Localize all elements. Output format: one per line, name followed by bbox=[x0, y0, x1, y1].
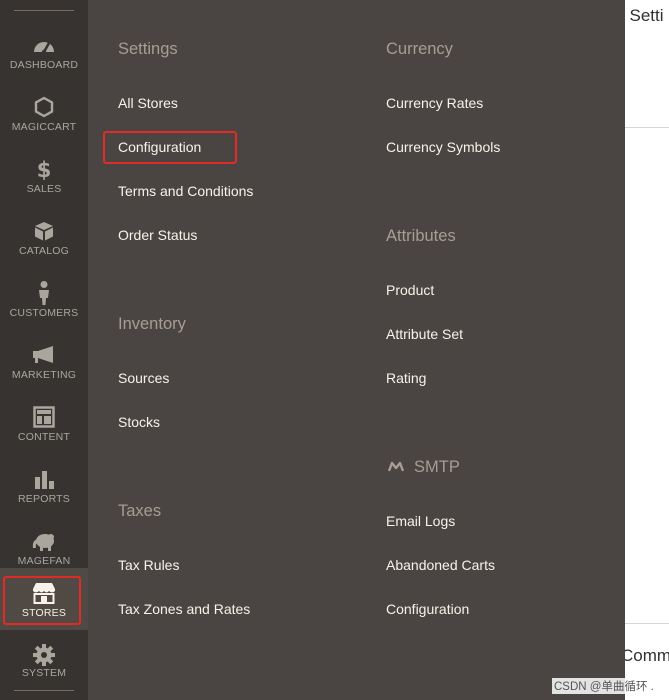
sidebar-item-customers[interactable]: CUSTOMERS bbox=[0, 268, 88, 330]
section-title-inventory: Inventory bbox=[118, 315, 186, 333]
section-title-smtp: SMTP bbox=[414, 458, 460, 476]
dashboard-gauge-icon bbox=[0, 32, 88, 58]
section-title-attributes: Attributes bbox=[386, 227, 456, 245]
sidebar-divider bbox=[14, 10, 74, 11]
sidebar-item-dashboard[interactable]: DASHBOARD bbox=[0, 20, 88, 82]
menu-link-abandoned-carts[interactable]: Abandoned Carts bbox=[386, 557, 495, 573]
page-content bbox=[625, 0, 669, 700]
hexagon-icon bbox=[0, 94, 88, 120]
sidebar-item-label: MAGICCART bbox=[11, 121, 77, 133]
svg-text:$: $ bbox=[37, 158, 52, 181]
box-icon bbox=[0, 218, 88, 244]
sidebar-item-sales[interactable]: $ SALES bbox=[0, 144, 88, 206]
bar-chart-icon bbox=[0, 466, 88, 492]
smtp-logo-icon bbox=[388, 461, 404, 472]
megaphone-icon bbox=[0, 342, 88, 368]
sidebar-divider bbox=[14, 690, 74, 691]
watermark-text: CSDN @单曲循环 . bbox=[552, 678, 656, 694]
dollar-icon: $ bbox=[0, 156, 88, 182]
menu-link-product[interactable]: Product bbox=[386, 282, 434, 298]
page-section-fragment: Comm bbox=[621, 646, 669, 665]
sidebar-item-catalog[interactable]: CATALOG bbox=[0, 206, 88, 268]
menu-link-tax-zones-and-rates[interactable]: Tax Zones and Rates bbox=[118, 601, 250, 617]
menu-link-order-status[interactable]: Order Status bbox=[118, 227, 197, 243]
elephant-icon bbox=[0, 528, 88, 554]
sidebar-item-label: DASHBOARD bbox=[9, 59, 79, 71]
section-title-settings: Settings bbox=[118, 40, 178, 58]
sidebar-item-label: SYSTEM bbox=[21, 667, 67, 679]
menu-link-smtp-configuration[interactable]: Configuration bbox=[386, 601, 469, 617]
sidebar-item-label: SALES bbox=[26, 183, 62, 195]
page-divider bbox=[625, 127, 669, 128]
page-divider bbox=[625, 623, 669, 624]
menu-link-all-stores[interactable]: All Stores bbox=[118, 95, 178, 111]
person-icon bbox=[0, 280, 88, 306]
menu-link-sources[interactable]: Sources bbox=[118, 370, 169, 386]
stores-highlight-box bbox=[3, 576, 81, 625]
menu-link-email-logs[interactable]: Email Logs bbox=[386, 513, 455, 529]
sidebar-item-system[interactable]: SYSTEM bbox=[0, 640, 88, 700]
sidebar-item-label: REPORTS bbox=[18, 493, 70, 505]
menu-link-currency-rates[interactable]: Currency Rates bbox=[386, 95, 483, 111]
menu-link-tax-rules[interactable]: Tax Rules bbox=[118, 557, 179, 573]
section-title-taxes: Taxes bbox=[118, 502, 162, 520]
sidebar-item-label: CATALOG bbox=[18, 245, 70, 257]
menu-link-terms-and-conditions[interactable]: Terms and Conditions bbox=[118, 183, 253, 199]
menu-link-currency-symbols[interactable]: Currency Symbols bbox=[386, 139, 500, 155]
gear-icon bbox=[0, 642, 88, 668]
section-title-currency: Currency bbox=[386, 40, 453, 58]
page-heading-fragment: l Setti bbox=[621, 6, 664, 25]
configuration-highlight-box bbox=[103, 131, 237, 164]
layout-icon bbox=[0, 404, 88, 430]
sidebar-item-marketing[interactable]: MARKETING bbox=[0, 330, 88, 392]
sidebar-item-label: MARKETING bbox=[11, 369, 77, 381]
sidebar-item-content[interactable]: CONTENT bbox=[0, 392, 88, 454]
sidebar-item-label: MAGEFAN bbox=[17, 555, 71, 567]
sidebar-item-reports[interactable]: REPORTS bbox=[0, 454, 88, 516]
sidebar-item-magiccart[interactable]: MAGICCART bbox=[0, 82, 88, 144]
menu-link-stocks[interactable]: Stocks bbox=[118, 414, 160, 430]
stores-submenu-panel: Settings All Stores Configuration Terms … bbox=[88, 0, 625, 700]
sidebar-item-label: CUSTOMERS bbox=[9, 307, 79, 319]
menu-link-rating[interactable]: Rating bbox=[386, 370, 426, 386]
sidebar-item-label: CONTENT bbox=[17, 431, 71, 443]
menu-link-attribute-set[interactable]: Attribute Set bbox=[386, 326, 463, 342]
